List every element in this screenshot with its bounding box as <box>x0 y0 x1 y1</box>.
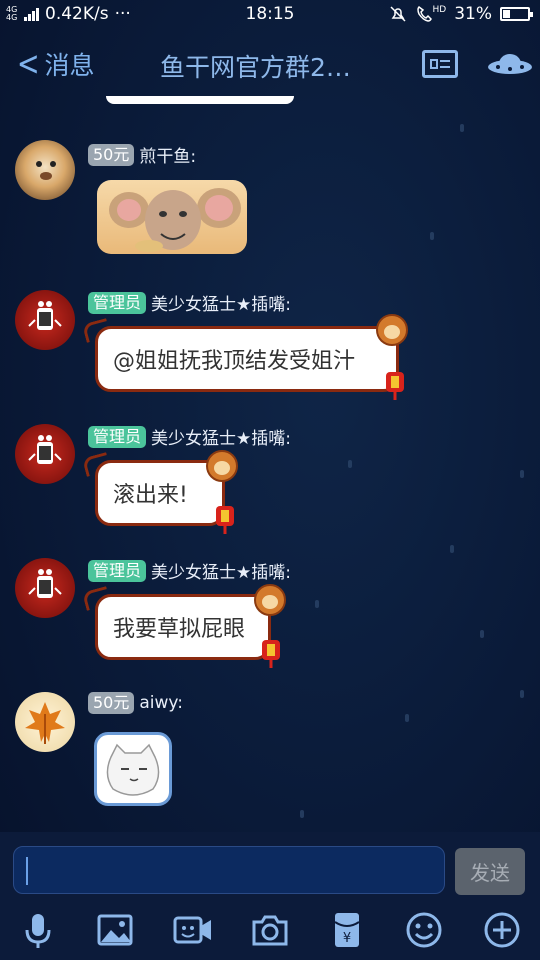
message-text: 滚出来! <box>113 483 188 508</box>
message-bubble[interactable]: 我要草拟屁眼 <box>95 594 271 660</box>
video-call-icon[interactable] <box>173 910 213 950</box>
red-packet-icon[interactable]: ¥ <box>327 910 367 950</box>
battery-icon <box>500 7 533 21</box>
monkey-decoration-icon <box>376 314 408 346</box>
sender-name[interactable]: 美少女猛士★插嘴: <box>151 424 291 449</box>
microphone-icon[interactable] <box>18 910 58 950</box>
message-bubble[interactable]: @姐姐抚我顶结发受姐汁 <box>95 326 399 392</box>
svg-text:¥: ¥ <box>343 931 351 946</box>
text-caret <box>26 857 28 885</box>
plus-icon[interactable] <box>482 910 522 950</box>
sender-name[interactable]: aiwy: <box>139 693 183 713</box>
message-text: @姐姐抚我顶结发受姐汁 <box>113 349 356 374</box>
battery-percent: 31% <box>454 4 492 24</box>
admin-badge: 管理员 <box>88 291 147 314</box>
group-card-icon[interactable] <box>422 50 458 78</box>
firecracker-decoration-icon <box>262 640 280 668</box>
chat-title[interactable]: 鱼干网官方群2… <box>160 48 378 84</box>
amount-badge: 50元 <box>88 692 135 714</box>
admin-badge: 管理员 <box>88 425 147 448</box>
mute-bell-icon <box>389 6 406 22</box>
hd-call-icon: HD <box>415 5 446 23</box>
avatar[interactable] <box>15 140 75 200</box>
avatar[interactable] <box>15 558 75 618</box>
status-bar: 4G 4G 0.42K/s ··· 18:15 HD 31% <box>0 0 540 30</box>
sender-name[interactable]: 美少女猛士★插嘴: <box>151 558 291 583</box>
sender-name[interactable]: 美少女猛士★插嘴: <box>151 290 291 315</box>
image-icon[interactable] <box>95 910 135 950</box>
back-button[interactable]: < 消息 <box>14 46 95 82</box>
chat-header: < 消息 鱼干网官方群2… <box>0 30 540 102</box>
amount-badge: 50元 <box>88 143 135 166</box>
avatar[interactable] <box>15 424 75 484</box>
message-input[interactable] <box>13 846 445 894</box>
admin-badge: 管理员 <box>88 559 147 582</box>
monkey-decoration-icon <box>254 584 286 616</box>
monkey-decoration-icon <box>206 450 238 482</box>
firecracker-decoration-icon <box>216 506 234 534</box>
camera-icon[interactable] <box>250 910 290 950</box>
avatar[interactable] <box>15 692 75 752</box>
send-button[interactable]: 发送 <box>455 848 525 895</box>
sticker-image[interactable] <box>94 732 172 806</box>
previous-bubble-edge <box>106 96 294 104</box>
input-bar: 发送 ¥ <box>0 832 540 960</box>
back-label: 消息 <box>44 51 95 80</box>
emoji-icon[interactable] <box>404 910 444 950</box>
message-text: 我要草拟屁眼 <box>113 617 246 642</box>
chevron-left-icon: < <box>16 44 40 84</box>
avatar[interactable] <box>15 290 75 350</box>
sticker-image[interactable] <box>97 180 247 254</box>
firecracker-decoration-icon <box>386 372 404 400</box>
ufo-icon[interactable] <box>486 48 534 78</box>
sender-name[interactable]: 煎干鱼: <box>139 142 196 167</box>
